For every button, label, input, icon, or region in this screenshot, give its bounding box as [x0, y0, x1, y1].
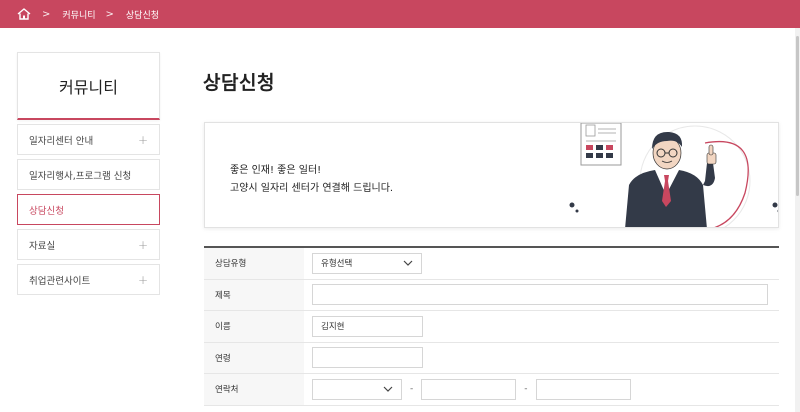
sidebar-item-resources[interactable]: 자료실 +: [17, 229, 160, 260]
banner: 좋은 인재! 좋은 일터! 고양시 일자리 센터가 연결해 드립니다.: [204, 122, 779, 228]
plus-icon[interactable]: +: [138, 273, 148, 287]
sidebar-item-label: 상담신청: [29, 205, 64, 217]
name-field: 김지현: [304, 311, 779, 342]
age-field: [304, 343, 779, 374]
contact-prefix-select[interactable]: [312, 378, 402, 400]
form-row-name: 이름 김지현: [204, 311, 779, 343]
banner-slogan: 좋은 인재! 좋은 일터!: [230, 165, 322, 176]
businessman-illustration: [569, 123, 778, 227]
sidebar: 커뮤니티 일자리센터 안내 + 일자리행사,프로그램 신청 상담신청 자료실 +…: [17, 52, 160, 295]
consult-type-select[interactable]: 유형선택: [312, 252, 422, 274]
subject-input[interactable]: [312, 284, 768, 306]
page-title: 상담신청: [203, 72, 275, 94]
consultation-form: 상담유형 유형선택 제목 이름 김지현 연령 연락처 - -: [204, 246, 779, 406]
plus-icon[interactable]: +: [138, 133, 148, 147]
contact-separator: -: [410, 384, 414, 395]
sidebar-item-label: 일자리행사,프로그램 신청: [29, 170, 132, 182]
banner-subtitle: 고양시 일자리 센터가 연결해 드립니다.: [230, 183, 394, 194]
age-label: 연령: [204, 342, 304, 373]
breadcrumb-item-consultation[interactable]: 상담신청: [126, 8, 159, 21]
consult-type-label: 상담유형: [204, 248, 304, 279]
consult-type-field: 유형선택: [304, 248, 779, 279]
form-row-contact: 연락처 - -: [204, 374, 779, 406]
sidebar-item-consultation[interactable]: 상담신청: [17, 194, 160, 225]
vertical-scrollbar[interactable]: [795, 28, 800, 412]
chevron-right-icon: >: [105, 8, 114, 20]
form-row-age: 연령: [204, 342, 779, 374]
plus-icon[interactable]: +: [138, 238, 148, 252]
sidebar-item-event-program[interactable]: 일자리행사,프로그램 신청: [17, 159, 160, 190]
contact-separator: -: [524, 384, 528, 395]
chevron-down-icon: [403, 259, 413, 268]
contact-last-input[interactable]: [535, 378, 631, 400]
sidebar-item-label: 취업관련사이트: [29, 275, 91, 287]
contact-field: - -: [304, 374, 779, 405]
contact-label: 연락처: [204, 374, 304, 405]
sidebar-item-job-sites[interactable]: 취업관련사이트 +: [17, 264, 160, 295]
home-icon[interactable]: [16, 7, 32, 21]
age-input[interactable]: [312, 347, 423, 369]
form-row-consult-type: 상담유형 유형선택: [204, 248, 779, 280]
form-row-subject: 제목: [204, 279, 779, 311]
name-input[interactable]: 김지현: [312, 315, 423, 337]
sidebar-item-label: 자료실: [29, 240, 56, 252]
breadcrumb-item-community[interactable]: 커뮤니티: [62, 8, 95, 21]
sidebar-item-center-info[interactable]: 일자리센터 안내 +: [17, 124, 160, 155]
sidebar-title: 커뮤니티: [17, 52, 160, 120]
sidebar-item-label: 일자리센터 안내: [29, 135, 94, 147]
chevron-right-icon: >: [42, 8, 51, 20]
breadcrumb-bar: > 커뮤니티 > 상담신청: [0, 0, 800, 28]
name-label: 이름: [204, 311, 304, 342]
scrollbar-thumb[interactable]: [796, 36, 799, 196]
subject-label: 제목: [204, 279, 304, 310]
chevron-down-icon: [383, 385, 393, 394]
subject-field: [304, 280, 779, 311]
contact-middle-input[interactable]: [421, 378, 517, 400]
consult-type-value: 유형선택: [321, 259, 353, 270]
